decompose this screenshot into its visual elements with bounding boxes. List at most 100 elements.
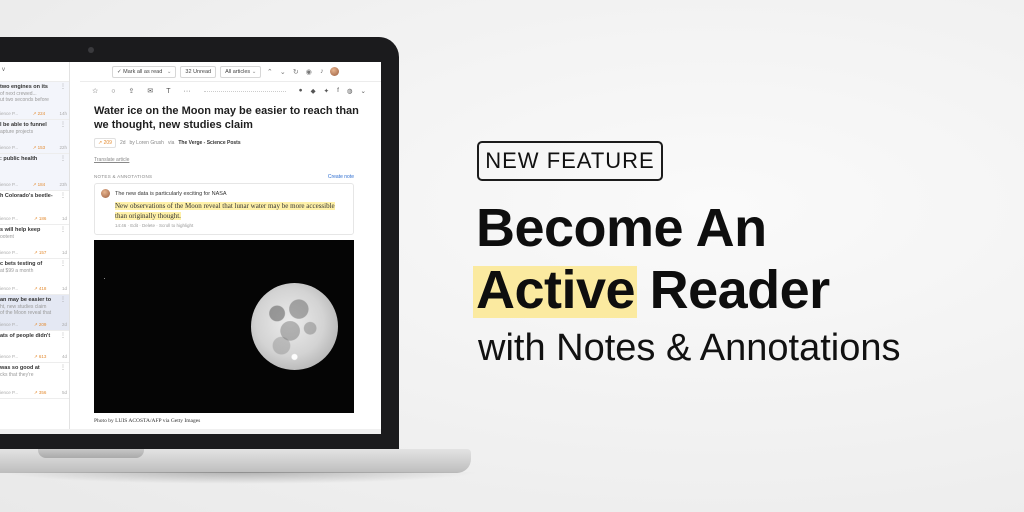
feed-item-source: ience P... [0,145,19,150]
feed-list-item[interactable]: an may be easier to ht, new studies claim… [0,295,69,331]
chevron-down-icon[interactable]: ⌄ [278,68,287,76]
star-icon[interactable]: ☆ [92,87,98,95]
circle-icon[interactable]: ○ [111,88,115,95]
feed-item-title: ats of people didn't [0,333,51,339]
feed-item-count: ↗ 209 [33,322,47,327]
feed-item-time: 2d [61,322,67,327]
more-icon[interactable]: ⋮ [60,260,66,267]
feed-list-item[interactable]: two engines on its of next crewed... ut tw… [0,82,69,120]
translate-article-link[interactable]: Translate article [94,157,129,163]
feed-list-item[interactable]: l be able to funnel apture projects ⋮ ience… [0,120,69,154]
more-icon[interactable]: ⋮ [60,364,66,371]
all-articles-select[interactable]: All articles ⌄ [220,65,262,78]
facebook-icon[interactable]: f [337,87,339,95]
feed-item-count: ↗ 356 [33,390,47,395]
feed-item-snippet: of the Moon reveal that [0,310,52,316]
more-icon[interactable]: ⋮ [60,192,66,199]
horizontal-scrollbar[interactable] [0,429,381,434]
feed-item-count: ↗ 153 [32,145,46,150]
headline-line-2: Active Reader [472,260,830,320]
article-meta: ↗ 209 2d by Loren Grush via The Verge - … [94,138,241,148]
feed-item-title: two engines on its [0,84,48,90]
more-icon[interactable]: ⋮ [60,332,66,339]
note-text: The new data is particularly exciting fo… [115,190,227,197]
divider [203,90,286,92]
feed-item-meta: ience P... ↗ 209 2d [0,322,67,328]
comment-icon[interactable]: ● [299,87,303,95]
create-note-button[interactable]: Create note [328,174,354,180]
feed-item-count: ↗ 613 [33,354,47,359]
feed-item-count: ↗ 186 [33,216,47,221]
feed-item-title: : public health [0,156,38,162]
refresh-icon[interactable]: ↻ [291,68,300,76]
feed-list-item[interactable]: s will help keep ootent ⋮ ience P... ↗ 157 1d [0,225,69,259]
laptop-notch [38,449,144,458]
reader-pane: ✓ Mark all as read ⌄ 32 Unread All artic… [80,62,381,434]
feed-list-item[interactable]: : public health ⋮ ience P... ↗ 184 23h [0,154,69,191]
feed-item-title: l be able to funnel [0,122,47,128]
feed-item-time: 1d [61,286,67,291]
mark-all-read-button[interactable]: ✓ Mark all as read ⌄ [112,65,177,78]
more-icon[interactable]: ⋮ [60,226,66,233]
trending-count-badge[interactable]: ↗ 209 [94,138,116,148]
messenger-icon[interactable]: ◍ [347,87,353,95]
feed-item-time: 5d [61,390,67,395]
feed-item-time: 1d [61,250,67,255]
laptop-screen: v two engines on its of next crewed... ut … [0,62,381,434]
camera-icon [88,47,94,53]
twitter-icon[interactable]: ✦ [324,87,329,95]
more-icon[interactable]: ⋮ [60,296,66,303]
more-icon[interactable]: ··· [184,88,191,95]
feed-item-time: 1d [61,216,67,221]
feed-item-source: ience P... [0,390,19,395]
feed-item-count: ↗ 184 [32,182,46,187]
more-icon[interactable]: ⋮ [60,155,66,162]
feed-item-time: 14h [59,111,67,116]
feed-list: v two engines on its of next crewed... ut … [0,62,70,434]
feed-item-time: 23h [59,182,67,187]
feed-item-count: ↗ 224 [32,111,46,116]
feed-item-title: h Colorado's beetle- [0,193,53,199]
unread-filter-button[interactable]: 32 Unread [180,65,217,78]
feed-item-time: 4d [61,354,67,359]
mail-icon[interactable]: ✉ [147,87,153,95]
chevron-down-icon[interactable]: ⌄ [361,87,366,95]
photo-caption: Photo by LUIS ACOSTA/AFP via Getty Image… [94,418,201,424]
chevron-up-icon[interactable]: ⌃ [265,68,274,76]
avatar[interactable] [330,67,340,76]
feed-item-time: 22h [59,145,67,150]
feed-list-item[interactable]: h Colorado's beetle- ⋮ ience P... ↗ 186 1d [0,191,69,225]
laptop-shadow [0,472,480,484]
article-source-link[interactable]: The Verge - Science Posts [178,140,240,146]
star-speck [104,278,105,279]
more-icon[interactable]: ⋮ [60,83,66,90]
text-icon[interactable]: T [166,88,170,95]
article-actions: ☆ ○ ⇪ ✉ T ··· ● ◆ ✦ f ◍ ⌄ [92,87,366,95]
chevron-down-icon: ⌄ [251,68,257,75]
feed-item-title: was so good at [0,365,40,371]
share-icon[interactable]: ⇪ [129,87,135,95]
bell-icon[interactable]: ♪ [317,68,326,75]
laptop-bezel: v two engines on its of next crewed... ut … [0,37,399,450]
feed-item-snippet: at $99 a month [0,268,34,274]
feed-item-snippet: ut two seconds before [0,97,49,103]
eye-icon[interactable]: ◉ [304,68,313,76]
feed-list-topbar[interactable]: v [0,62,69,82]
highlight-quote[interactable]: New observations of the Moon reveal that… [115,201,347,221]
article-photo [94,240,354,413]
feed-list-item[interactable]: ats of people didn't ⋮ ience P... ↗ 613 4d [0,331,69,363]
feed-list-item[interactable]: c bets testing of at $99 a month ⋮ ience P.… [0,259,69,295]
feed-item-source: ience P... [0,250,19,255]
note-footer[interactable]: 14:46 · Edit · Delete · Scroll to highli… [115,223,347,228]
pocket-icon[interactable]: ◆ [311,87,316,95]
chevron-down-icon: v [2,67,5,73]
feed-item-meta: ience P... ↗ 224 14h [0,111,67,117]
feed-item-title: s will help keep [0,227,41,233]
feed-item-count: ↗ 157 [33,250,47,255]
feed-item-meta: ience P... ↗ 153 22h [0,145,67,151]
article-author: by Loren Grush [129,140,164,146]
headline-highlight: Active [472,260,638,320]
more-icon[interactable]: ⋮ [60,121,66,128]
feed-item-meta: ience P... ↗ 418 1d [0,286,67,292]
feed-list-item[interactable]: was so good at cks that they're ⋮ ience P..… [0,363,69,399]
